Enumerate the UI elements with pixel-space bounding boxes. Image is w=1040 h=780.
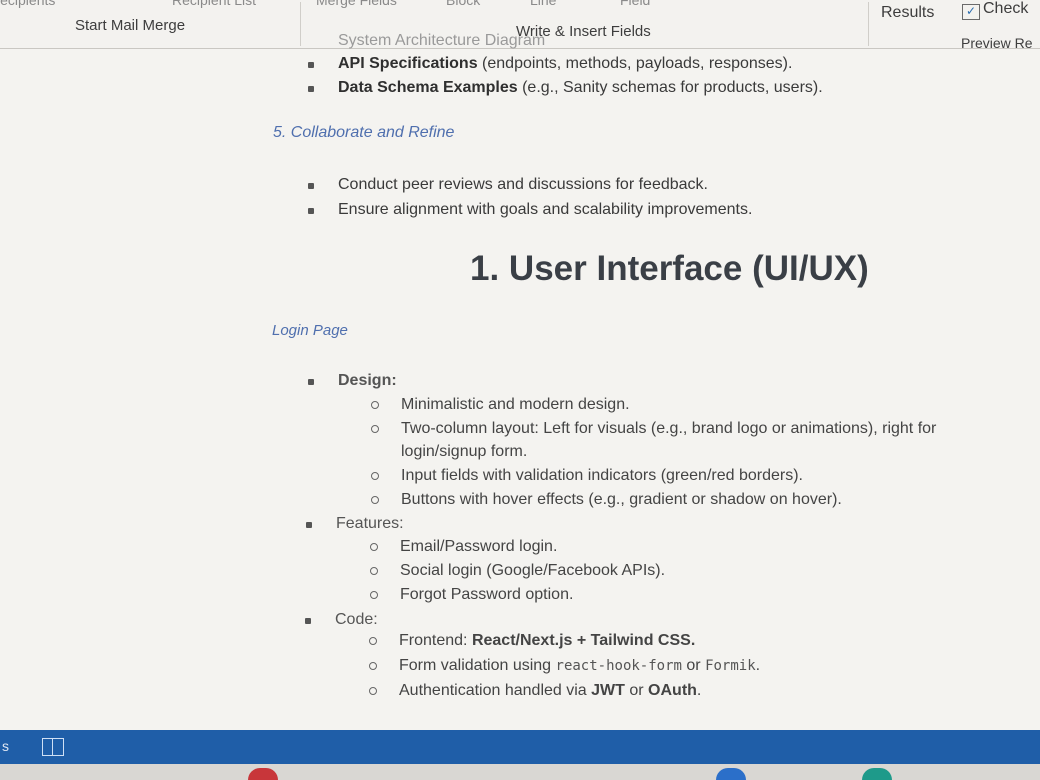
sub-list-item: Input fields with validation indicators … (371, 467, 803, 485)
heading-1: 1. User Interface (UI/UX) (470, 249, 869, 288)
sub-list-item-text: Minimalistic and modern design. (401, 396, 630, 413)
bullet-icon (308, 379, 314, 385)
list-item-text: (e.g., Sanity schemas for products, user… (517, 79, 823, 96)
circle-bullet-icon (370, 567, 378, 575)
sub-list-item-text: Social login (Google/Facebook APIs). (400, 562, 666, 579)
inline-code: react-hook-form (555, 658, 682, 674)
start-mail-merge-group-label: Start Mail Merge (75, 17, 186, 34)
circle-bullet-icon (371, 401, 379, 409)
sub-list-item-text: login/signup form. (401, 443, 528, 460)
bold-text: JWT (591, 682, 625, 699)
list-item-text: (endpoints, methods, payloads, responses… (477, 55, 793, 72)
taskbar-app-icon[interactable] (248, 768, 278, 780)
circle-bullet-icon (369, 687, 377, 695)
partial-text-line: System Architecture Diagram (338, 32, 546, 49)
bullet-icon (305, 618, 311, 624)
sub-list-item: Forgot Password option. (370, 586, 574, 604)
list-item-label: Design: (338, 372, 397, 389)
circle-bullet-icon (371, 425, 379, 433)
list-item: Conduct peer reviews and discussions for… (308, 176, 708, 194)
sub-list-item: Form validation using react-hook-form or… (369, 657, 761, 675)
circle-bullet-icon (369, 662, 377, 670)
list-item: Ensure alignment with goals and scalabil… (308, 201, 753, 219)
sub-list-item-text: Input fields with validation indicators … (401, 467, 803, 484)
document-page[interactable]: System Architecture Diagram API Specific… (0, 32, 1040, 730)
sub-list-item-text: . (755, 657, 761, 674)
list-item-label: Code: (335, 611, 378, 628)
sub-list-item-text: Forgot Password option. (400, 586, 574, 603)
sub-list-item-continuation: login/signup form. (401, 443, 527, 461)
sub-list-item-text: Authentication handled via (399, 682, 592, 699)
circle-bullet-icon (371, 472, 379, 480)
subsection-heading: Login Page (272, 322, 348, 339)
list-item: Design: (308, 372, 397, 390)
bold-text: API Specifications (338, 55, 478, 72)
list-item: Code: (305, 611, 378, 629)
bold-text: React/Next.js + Tailwind CSS. (471, 632, 696, 649)
bold-text: Data Schema Examples (338, 79, 518, 96)
layout-view-icon[interactable] (42, 738, 64, 756)
greeting-line-button[interactable]: Line (530, 0, 556, 8)
taskbar-app-icon[interactable] (716, 768, 746, 780)
sub-list-item: Buttons with hover effects (e.g., gradie… (371, 491, 842, 509)
inline-code: Formik (705, 658, 756, 674)
check-label: Check (983, 0, 1029, 17)
recipients-button[interactable]: Recipients (0, 0, 55, 8)
sub-list-item-text: Email/Password login. (400, 538, 558, 555)
status-text: s (2, 738, 9, 754)
list-item-text: Conduct peer reviews and discussions for… (338, 176, 708, 193)
section-heading: 5. Collaborate and Refine (273, 124, 455, 141)
taskbar-app-icon[interactable] (862, 768, 892, 780)
circle-bullet-icon (370, 543, 378, 551)
sub-list-item: Authentication handled via JWT or OAuth. (369, 682, 702, 700)
sub-list-item-text: Frontend: (399, 632, 472, 649)
sub-list-item: Email/Password login. (370, 538, 558, 556)
list-item: Data Schema Examples (e.g., Sanity schem… (308, 79, 823, 97)
circle-bullet-icon (371, 496, 379, 504)
check-errors-button[interactable]: ✓ Check (962, 0, 1028, 20)
status-bar: s (0, 730, 1040, 764)
group-divider (300, 2, 301, 46)
sub-list-item-text: Two-column layout: Left for visuals (e.g… (401, 420, 937, 437)
sub-list-item-text: . (696, 682, 702, 699)
sub-list-item: Two-column layout: Left for visuals (e.g… (371, 420, 937, 438)
edit-recipient-list-button[interactable]: Recipient List (172, 0, 256, 8)
insert-merge-field-button[interactable]: Field (620, 0, 650, 8)
sub-list-item-text: or (624, 682, 649, 699)
sub-list-item: Minimalistic and modern design. (371, 396, 630, 414)
list-item: Features: (306, 515, 404, 533)
check-icon: ✓ (962, 4, 980, 20)
bullet-icon (308, 183, 314, 189)
group-divider (868, 2, 869, 46)
circle-bullet-icon (370, 591, 378, 599)
list-item: API Specifications (endpoints, methods, … (308, 55, 793, 73)
bullet-icon (306, 522, 312, 528)
bullet-icon (308, 86, 314, 92)
sub-list-item-text: or (681, 657, 706, 674)
bullet-icon (308, 208, 314, 214)
sub-list-item-text: Form validation using (399, 657, 556, 674)
sub-list-item-text: Buttons with hover effects (e.g., gradie… (401, 491, 842, 508)
list-item-label: Features: (336, 515, 404, 532)
list-item-text: Ensure alignment with goals and scalabil… (338, 201, 753, 218)
sub-list-item: Social login (Google/Facebook APIs). (370, 562, 666, 580)
address-block-button[interactable]: Block (446, 0, 480, 8)
bullet-icon (308, 62, 314, 68)
circle-bullet-icon (369, 637, 377, 645)
bold-text: OAuth (648, 682, 697, 699)
results-button[interactable]: Results (881, 4, 934, 22)
merge-fields-button[interactable]: Merge Fields (316, 0, 397, 8)
sub-list-item: Frontend: React/Next.js + Tailwind CSS. (369, 632, 696, 650)
